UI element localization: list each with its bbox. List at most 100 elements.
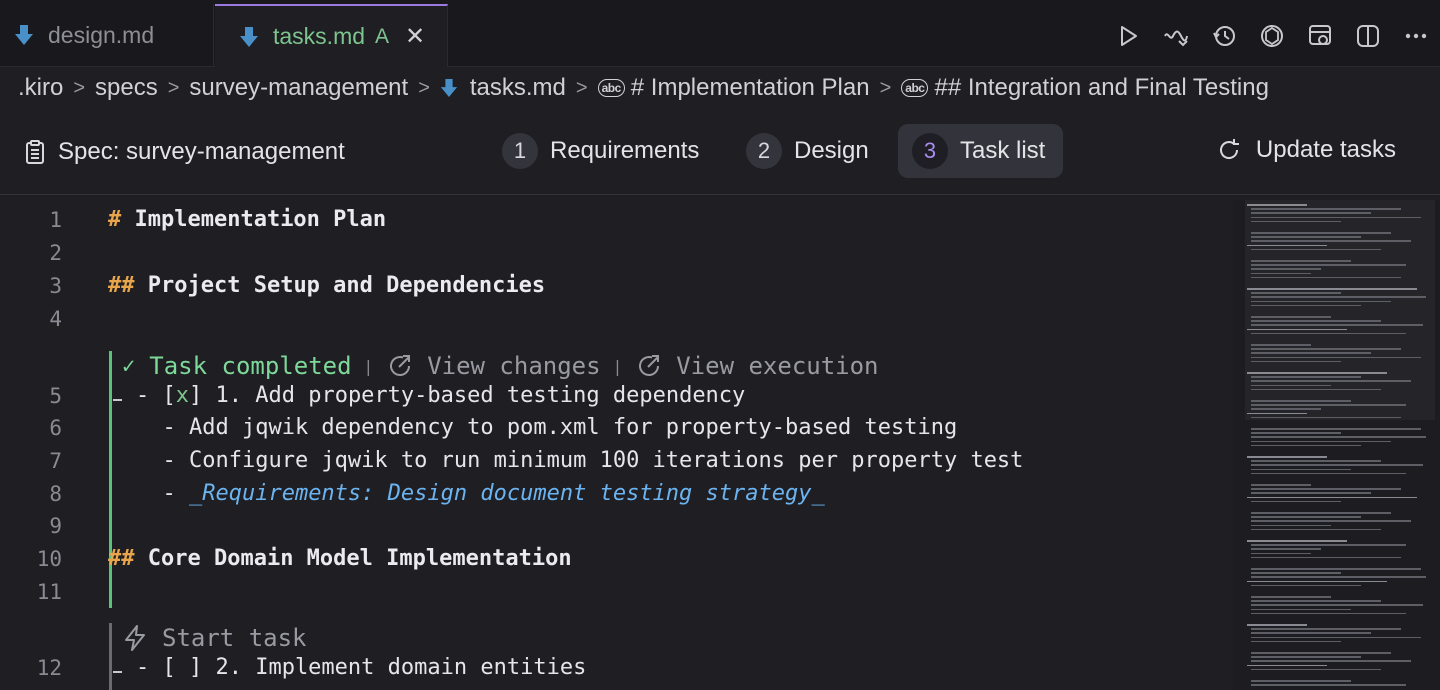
minimap-line xyxy=(1251,520,1411,522)
line-number: 12 xyxy=(36,656,62,680)
step-number: 2 xyxy=(746,133,782,169)
line-content: - _Requirements: Design document testing… xyxy=(136,481,825,506)
editor-line: 10 ## Core Domain Model Implementation xyxy=(0,543,1230,575)
minimap-line xyxy=(1251,376,1361,378)
breadcrumb-item[interactable]: survey-management xyxy=(189,74,408,102)
more-icon[interactable] xyxy=(1392,16,1440,56)
start-task-lens[interactable]: Start task xyxy=(122,621,307,655)
voice-icon[interactable] xyxy=(1152,16,1200,56)
minimap-line xyxy=(1247,664,1327,667)
minimap-line xyxy=(1247,328,1347,331)
step-label: Design xyxy=(794,137,869,164)
minimap-line xyxy=(1251,324,1423,326)
minimap-line xyxy=(1251,640,1341,643)
minimap-line xyxy=(1251,600,1381,602)
breadcrumb-item[interactable]: .kiro xyxy=(18,74,63,102)
line-number: 2 xyxy=(49,241,62,265)
minimap-line xyxy=(1247,456,1327,458)
editor-line: 3 ## Project Setup and Dependencies xyxy=(0,270,1230,302)
minimap-line xyxy=(1251,304,1361,307)
minimap-line xyxy=(1247,496,1417,499)
minimap-line xyxy=(1251,436,1426,438)
step-task-list[interactable]: 3 Task list xyxy=(898,124,1063,178)
line-number: 5 xyxy=(49,384,62,408)
minimap-line xyxy=(1251,460,1381,462)
tab-tasks-md[interactable]: tasks.md A ✕ xyxy=(215,4,448,67)
play-icon[interactable] xyxy=(1104,16,1152,56)
minimap[interactable] xyxy=(1233,200,1440,690)
breadcrumb-item[interactable]: tasks.md xyxy=(470,74,566,102)
tab-label: tasks.md xyxy=(273,23,366,49)
spec-toolbar: Spec: survey-management 1 Requirements 2… xyxy=(0,118,1440,195)
clipboard-icon xyxy=(26,140,44,164)
minimap-line xyxy=(1251,276,1401,279)
minimap-line xyxy=(1251,380,1411,382)
minimap-line xyxy=(1251,680,1351,682)
preview-icon[interactable] xyxy=(1296,16,1344,56)
line-number: 6 xyxy=(49,416,62,440)
minimap-line xyxy=(1247,372,1387,374)
code-editor[interactable]: 1 # Implementation Plan 2 3 ## Project S… xyxy=(0,196,1440,690)
view-changes-link[interactable]: View changes xyxy=(385,351,601,381)
update-tasks-button[interactable]: Update tasks xyxy=(1216,136,1396,164)
split-editor-icon[interactable] xyxy=(1344,16,1392,56)
editor-tab-bar: design.md tasks.md A ✕ xyxy=(0,0,1440,67)
start-task-label: Start task xyxy=(162,624,307,652)
minimap-line xyxy=(1251,576,1426,578)
step-label: Requirements xyxy=(550,137,700,164)
step-number: 1 xyxy=(502,133,538,169)
editor-line: 2 xyxy=(0,237,1230,269)
view-execution-link[interactable]: View execution xyxy=(634,351,879,381)
minimap-line xyxy=(1251,548,1321,550)
history-icon[interactable] xyxy=(1200,16,1248,56)
minimap-line xyxy=(1251,352,1371,354)
minimap-line xyxy=(1251,240,1411,242)
checkmark-icon: ✓ xyxy=(122,353,136,379)
minimap-line xyxy=(1251,668,1381,671)
minimap-line xyxy=(1251,472,1406,475)
breadcrumb-item[interactable]: specs xyxy=(95,74,158,102)
minimap-line xyxy=(1251,684,1406,686)
step-requirements[interactable]: 1 Requirements xyxy=(488,124,713,178)
minimap-line xyxy=(1251,468,1351,471)
minimap-line xyxy=(1251,652,1391,654)
line-content: - [ ] 2. Implement domain entities xyxy=(136,655,587,680)
update-tasks-label: Update tasks xyxy=(1255,136,1396,163)
lens-separator: | xyxy=(612,356,623,376)
minimap-line xyxy=(1251,300,1391,303)
breadcrumb-item[interactable]: # Implementation Plan xyxy=(631,74,870,102)
line-content: ## Project Setup and Dependencies xyxy=(108,273,546,298)
line-content: - Configure jqwik to run minimum 100 ite… xyxy=(136,448,1024,473)
minimap-line xyxy=(1251,428,1421,430)
editor-line: 11 xyxy=(0,576,1230,608)
minimap-line xyxy=(1251,408,1321,410)
tab-label: design.md xyxy=(48,21,155,48)
minimap-line xyxy=(1251,632,1371,634)
minimap-line xyxy=(1251,444,1361,447)
minimap-line xyxy=(1251,296,1426,298)
minimap-line xyxy=(1251,272,1311,275)
minimap-line xyxy=(1247,244,1327,247)
lightning-icon xyxy=(125,625,145,651)
checked-box: x xyxy=(175,383,189,408)
line-number: 11 xyxy=(36,580,62,604)
markdown-file-icon xyxy=(440,79,457,97)
breadcrumb-item[interactable]: ## Integration and Final Testing xyxy=(934,74,1268,102)
minimap-line xyxy=(1251,292,1341,294)
minimap-line xyxy=(1251,524,1331,527)
step-design[interactable]: 2 Design xyxy=(732,124,883,178)
minimap-line xyxy=(1251,608,1351,611)
minimap-line xyxy=(1251,416,1401,419)
string-symbol-icon: abc xyxy=(597,79,625,97)
minimap-line xyxy=(1251,604,1423,606)
string-symbol-icon: abc xyxy=(901,79,929,97)
minimap-line xyxy=(1251,404,1406,406)
minimap-line xyxy=(1251,440,1391,443)
tab-design-md[interactable]: design.md xyxy=(0,4,214,66)
minimap-line xyxy=(1251,556,1401,559)
minimap-line xyxy=(1251,568,1421,570)
line-number: 1 xyxy=(49,208,62,232)
close-tab-icon[interactable]: ✕ xyxy=(405,24,425,49)
openai-icon[interactable] xyxy=(1248,16,1296,56)
minimap-line xyxy=(1251,220,1341,223)
